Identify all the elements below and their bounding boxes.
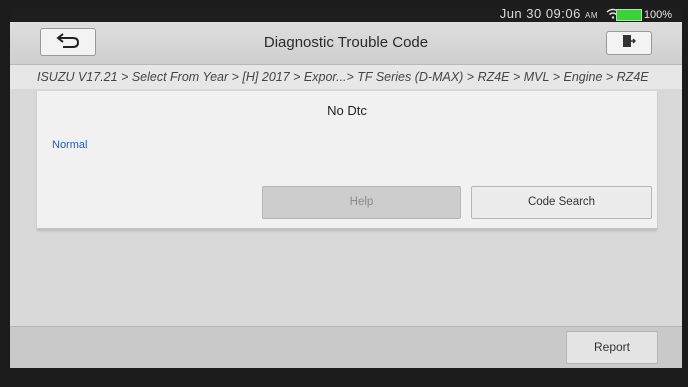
page-title: Diagnostic Trouble Code <box>263 34 429 51</box>
status-time: Jun 30 09:06 AM <box>500 8 598 21</box>
system-status: Normal <box>52 139 88 151</box>
help-button[interactable]: Help <box>262 186 461 219</box>
title-bar: Diagnostic Trouble Code <box>10 22 682 65</box>
status-ampm: AM <box>585 11 598 20</box>
exit-icon <box>622 34 637 53</box>
breadcrumb: ISUZU V17.21 > Select From Year > [H] 20… <box>10 65 682 89</box>
code-search-button[interactable]: Code Search <box>471 186 652 219</box>
battery-icon <box>615 9 642 21</box>
status-time-text: Jun 30 09:06 <box>499 8 581 21</box>
device-screen: Jun 30 09:06 AM 100% Diagnostic Trouble … <box>10 8 682 368</box>
dtc-status: No Dtc <box>327 103 367 118</box>
battery-level: 100% <box>643 9 672 21</box>
bottom-toolbar: Report <box>10 326 682 368</box>
battery-indicator: 100% <box>615 9 672 21</box>
dtc-result-panel: No Dtc Normal Help Code Search <box>37 91 657 230</box>
report-button[interactable]: Report <box>566 331 658 364</box>
exit-button[interactable] <box>606 31 652 55</box>
status-bar: Jun 30 09:06 AM 100% <box>10 8 682 22</box>
